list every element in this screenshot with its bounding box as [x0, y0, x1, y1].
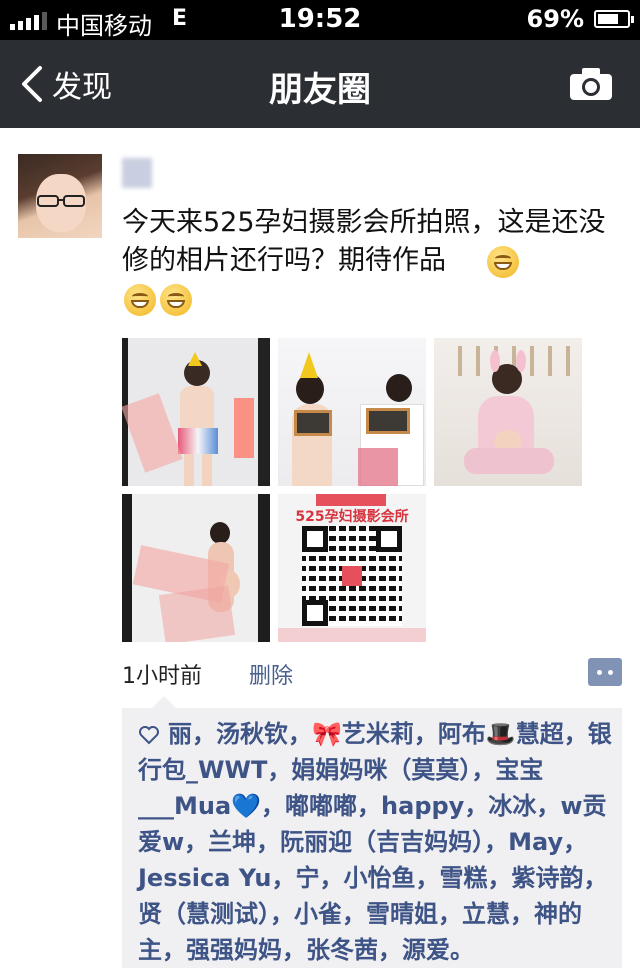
nav-bar: 发现 朋友圈	[0, 40, 640, 128]
photo-2[interactable]	[278, 338, 426, 486]
photo-1[interactable]	[122, 338, 270, 486]
avatar[interactable]	[18, 154, 102, 238]
comment-icon[interactable]	[588, 658, 622, 686]
timestamp: 1小时前	[122, 664, 202, 689]
page-title: 朋友圈	[269, 70, 371, 110]
battery-percent: 69%	[526, 5, 584, 33]
delete-link[interactable]: 删除	[249, 664, 293, 689]
moment-post: 今天来525孕妇摄影会所拍照，这是还没修的相片还行吗？期待作品 525孕妇摄影会…	[0, 128, 640, 968]
grin-emoji-icon	[124, 283, 156, 316]
post-text: 今天来525孕妇摄影会所拍照，这是还没修的相片还行吗？期待作品	[122, 207, 606, 276]
post-meta: 1小时前 删除	[122, 658, 293, 690]
grin-emoji-icon	[160, 283, 192, 316]
status-bar: 中国移动 E 19:52 69%	[0, 0, 640, 40]
photo-5-caption: 525孕妇摄影会所	[295, 509, 409, 525]
heart-icon	[139, 726, 159, 745]
photo-5[interactable]: 525孕妇摄影会所	[278, 494, 426, 642]
post-content: 今天来525孕妇摄影会所拍照，这是还没修的相片还行吗？期待作品	[122, 204, 612, 318]
photo-3[interactable]	[434, 338, 582, 486]
battery-icon	[594, 10, 634, 28]
likes-panel: 丽，汤秋钦，🎀艺米莉，阿布🎩慧超，银行包_WWT，娟娟妈咪（莫莫），宝宝___M…	[122, 696, 622, 968]
likes-list[interactable]: 丽，汤秋钦，🎀艺米莉，阿布🎩慧超，银行包_WWT，娟娟妈咪（莫莫），宝宝___M…	[138, 720, 612, 964]
camera-icon[interactable]	[568, 66, 614, 102]
grin-emoji-icon	[486, 245, 519, 278]
photo-4[interactable]	[122, 494, 270, 642]
username[interactable]	[122, 158, 152, 188]
